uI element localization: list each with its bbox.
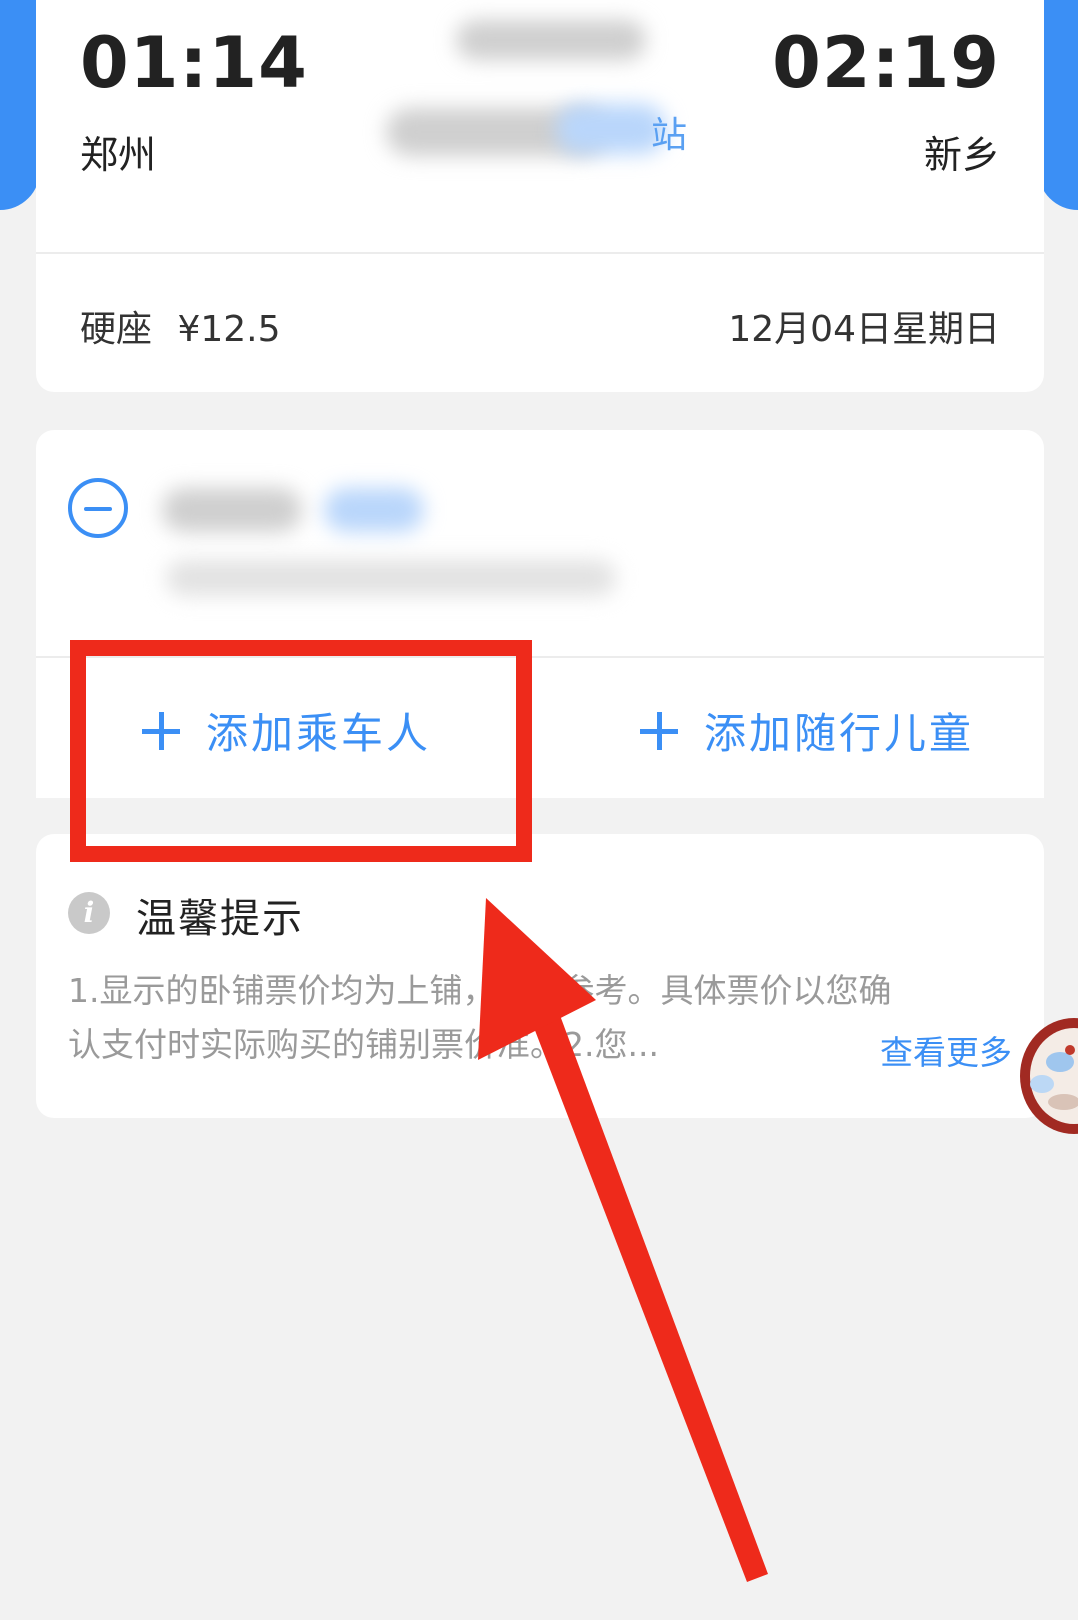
redacted-passenger-name	[162, 488, 302, 532]
remove-passenger-icon[interactable]	[68, 478, 128, 538]
redacted-train-number	[456, 20, 646, 60]
departure-city: 郑州	[80, 133, 157, 177]
tips-title: 温馨提示	[136, 896, 304, 942]
info-icon: i	[68, 892, 110, 934]
arrival-time: 02:19	[772, 22, 1000, 104]
header-band-right	[1038, 0, 1078, 210]
redacted-station-link	[556, 104, 666, 154]
ticket-price: ¥12.5	[177, 309, 281, 350]
tips-line-1: 1.显示的卧铺票价均为上铺，供您参考。具体票价以您确	[68, 964, 892, 1018]
trip-card: 01:14 郑州 站 02:19 新乡 硬座 ¥12.5 12月04日星期日	[36, 0, 1044, 392]
seat-type: 硬座	[80, 309, 153, 350]
annotation-highlight-box	[70, 640, 532, 862]
floating-mascot-icon[interactable]	[1012, 1010, 1078, 1140]
departure-time: 01:14	[80, 22, 308, 104]
arrival-city: 新乡	[923, 133, 1000, 177]
travel-date: 12月04日星期日	[728, 309, 1000, 350]
tips-line-1-end: ，供您参考。具体票价以您确	[462, 971, 892, 1010]
redacted-passenger-id	[166, 560, 616, 596]
tips-line-2-start: 认支付时实际购买的铺别票价	[68, 1025, 497, 1064]
tips-card: i 温馨提示 1.显示的卧铺票价均为上铺，供您参考。具体票价以您确 认支付时实际…	[36, 834, 1044, 1118]
add-child-label: 添加随行儿童	[704, 709, 975, 758]
redacted-passenger-tag	[324, 488, 424, 532]
plus-icon	[640, 711, 678, 750]
seat-price: 硬座 ¥12.5	[80, 300, 281, 352]
see-more-link[interactable]: 查看更多	[880, 1026, 1012, 1074]
station-link-suffix[interactable]: 站	[651, 106, 687, 158]
tips-line-1-start: 1.显示的卧铺票价均为上铺	[68, 971, 463, 1010]
header-band-left	[0, 0, 40, 210]
tips-line-2: 认支付时实际购买的铺别票价准。2.您...	[68, 1018, 659, 1072]
add-child-button[interactable]: 添加随行儿童	[640, 700, 974, 761]
tips-line-2-end: 准。2.您...	[497, 1025, 659, 1064]
trip-divider	[36, 252, 1044, 254]
